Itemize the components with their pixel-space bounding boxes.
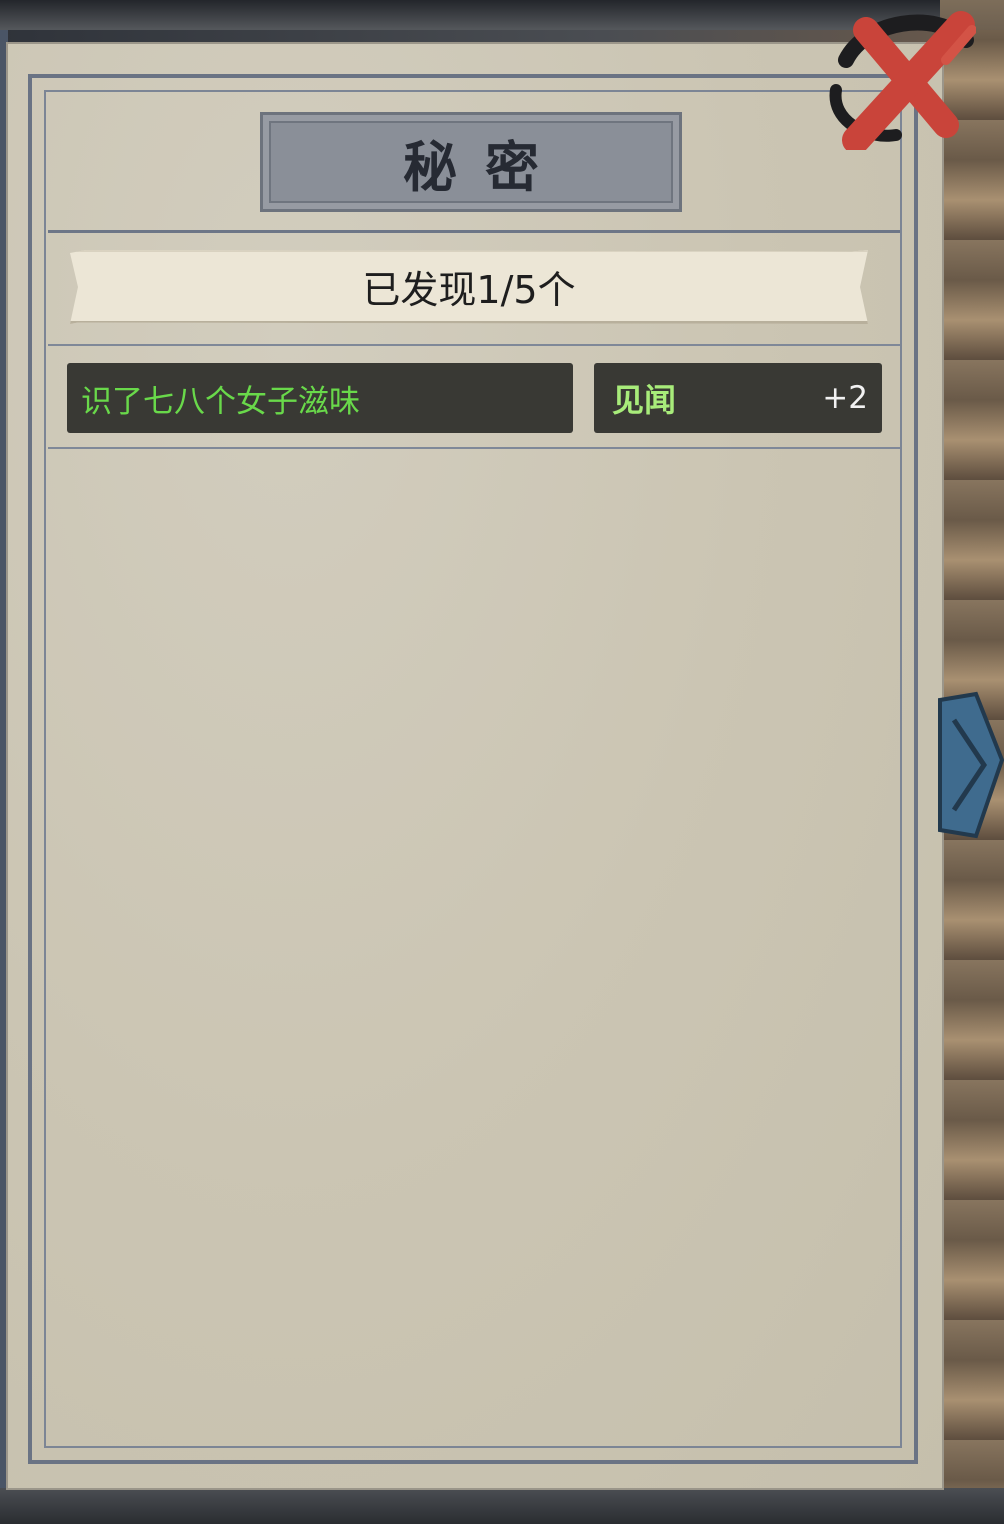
discovered-count: 已发现1/5个 [362, 268, 576, 312]
reward-type: 见闻 [612, 381, 677, 419]
secret-row-name[interactable]: 识了七八个女子滋味 [67, 363, 573, 433]
divider [48, 447, 900, 449]
close-x-icon [829, 11, 977, 154]
close-button[interactable] [826, 0, 977, 154]
reward-value: +2 [822, 380, 868, 416]
divider [48, 344, 900, 346]
divider [48, 230, 900, 233]
background-bottom [0, 1488, 1004, 1524]
discovered-counter-banner: 已发现1/5个 [70, 250, 868, 324]
side-tab-button[interactable] [936, 690, 1004, 840]
chevron-right-icon [938, 691, 1004, 839]
game-screen: 秘密 已发现1/5个 识了七八个女子滋味 见闻 +2 [0, 0, 1004, 1524]
secret-name: 识了七八个女子滋味 [81, 383, 360, 420]
title-plaque: 秘密 [260, 112, 682, 212]
secret-row-reward: 见闻 +2 [594, 363, 882, 433]
panel-title: 秘密 [403, 134, 567, 199]
